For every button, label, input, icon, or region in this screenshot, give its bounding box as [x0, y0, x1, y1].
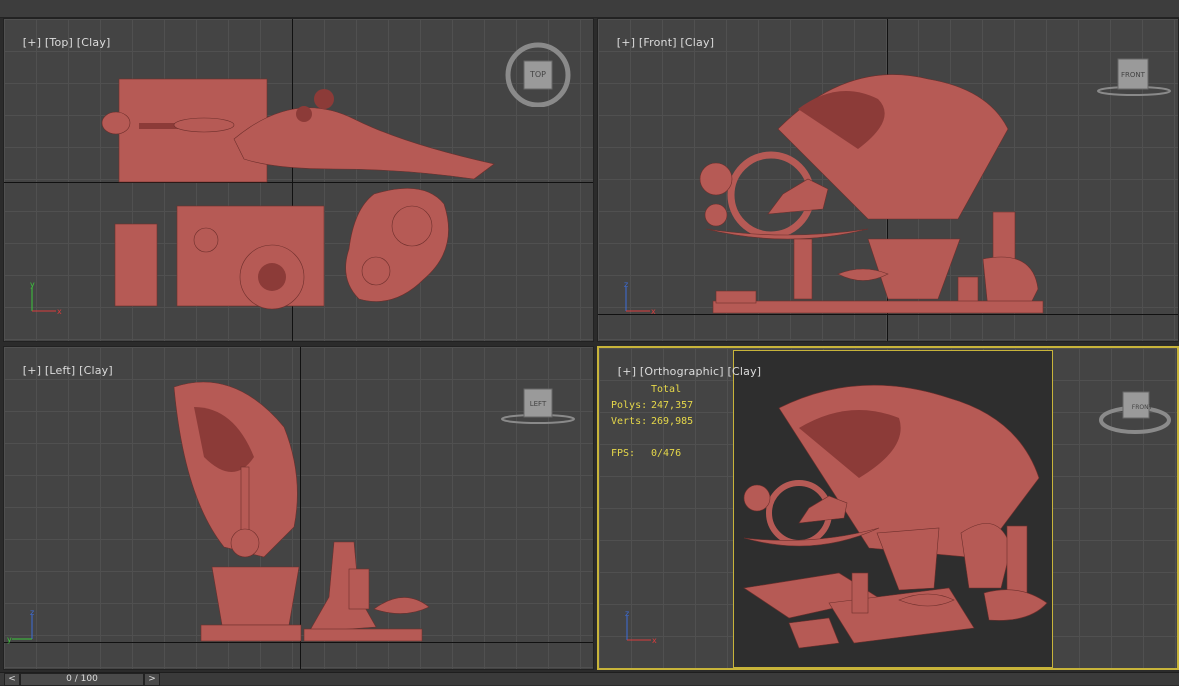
axis-gizmo: z y [7, 609, 34, 644]
stats-header: Total [651, 384, 682, 395]
main-toolbar-strip [0, 0, 1179, 18]
branch-cluster [233, 107, 495, 180]
verts-value: 269,985 [651, 416, 694, 427]
bottle [1006, 525, 1028, 597]
dish [173, 117, 235, 133]
viewport-view-menu[interactable]: [Top] [45, 36, 73, 49]
bulb-vase [230, 528, 260, 558]
base-right [303, 628, 423, 642]
pillar [793, 238, 813, 300]
viewport-plus-menu[interactable]: [+] [618, 365, 636, 378]
viewcube-face-label: FRONT [1131, 404, 1153, 411]
cup [193, 227, 219, 253]
vase-top [391, 205, 433, 247]
fps-value: 0/476 [651, 448, 682, 459]
flower-bulb [743, 484, 771, 512]
viewport-plus-menu[interactable]: [+] [23, 364, 41, 377]
flower [296, 106, 312, 122]
viewport-left[interactable]: [+] [Left] [Clay] LEFT z y [3, 346, 594, 670]
viewcube[interactable]: LEFT [500, 385, 580, 429]
organic-tray [983, 589, 1048, 621]
base [200, 624, 302, 642]
dish [373, 597, 430, 614]
viewcube-face-label: LEFT [529, 400, 547, 408]
vase [867, 238, 961, 300]
viewport-plus-menu[interactable]: [+] [23, 36, 41, 49]
timeline-next-button[interactable]: > [144, 673, 160, 686]
axis-label-y: y [30, 281, 35, 289]
axis-label-y: y [7, 635, 12, 644]
base [712, 300, 1044, 314]
viewport-shading-menu[interactable]: [Clay] [680, 36, 714, 49]
cup-top [361, 256, 391, 286]
deer [798, 495, 848, 524]
viewport-shading-menu[interactable]: [Clay] [79, 364, 113, 377]
viewport-label: [+] [Top] [Clay] [8, 23, 111, 62]
flower [314, 89, 334, 109]
bowl [101, 111, 131, 135]
stand [715, 290, 757, 304]
small-vase [704, 203, 728, 227]
axis-gizmo: z x [625, 610, 657, 645]
viewport-shading-menu[interactable]: [Clay] [728, 365, 762, 378]
viewport-shading-menu[interactable]: [Clay] [77, 36, 111, 49]
viewcube[interactable]: TOP [504, 37, 574, 111]
timeline-prev-button[interactable]: < [4, 673, 20, 686]
viewcube-graphic [1099, 391, 1171, 434]
pillar [851, 572, 869, 614]
viewport-view-menu[interactable]: [Orthographic] [640, 365, 724, 378]
vase [211, 566, 300, 626]
viewcube[interactable]: FRONT [1094, 57, 1174, 101]
viewport-view-menu[interactable]: [Front] [639, 36, 677, 49]
polys-label: Polys: [611, 400, 648, 411]
viewcube-face-label: FRONT [1121, 71, 1145, 79]
verts-label: Verts: [611, 416, 648, 427]
jug [960, 523, 1012, 589]
axis-label-z: z [625, 610, 629, 618]
axis-label-z: z [30, 609, 34, 617]
viewcube-face-label: TOP [529, 70, 546, 79]
vase [876, 527, 940, 591]
viewport-view-menu[interactable]: [Left] [45, 364, 75, 377]
axis-label-x: x [651, 307, 656, 316]
viewport-top[interactable]: [+] [Top] [Clay] TOP y x [3, 18, 594, 342]
viewport-plus-menu[interactable]: [+] [617, 36, 635, 49]
viewport-front[interactable]: [+] [Front] [Clay] FRONT z x [597, 18, 1179, 342]
viewport-orthographic[interactable]: [+] [Orthographic] [Clay] Total Polys: 24… [597, 346, 1179, 670]
axis-label-x: x [652, 636, 657, 645]
flower-bulb [699, 162, 733, 196]
cup [348, 568, 370, 610]
viewport-label: [+] [Front] [Clay] [602, 23, 714, 62]
scene-objects-front [699, 74, 1044, 314]
axis-label-z: z [624, 281, 628, 289]
axis-label-x: x [57, 307, 62, 316]
fps-label: FPS: [611, 448, 636, 459]
organic-tray [345, 188, 449, 302]
statistics-overlay: Total Polys: 247,357 Verts: 269,985 FPS: 0/… [611, 382, 693, 462]
polys-value: 247,357 [651, 400, 694, 411]
small-plate [114, 223, 158, 307]
time-slider[interactable]: 0 / 100 [20, 673, 144, 686]
viewcube[interactable]: FRONT [1095, 386, 1175, 446]
viewport-label: [+] [Left] [Clay] [8, 351, 113, 390]
round-dish-center [258, 263, 286, 291]
axis-gizmo: y x [30, 281, 62, 316]
timeline-bar [0, 672, 1179, 685]
deer [767, 178, 829, 215]
axis-gizmo: z x [624, 281, 656, 316]
small-plate [788, 617, 840, 649]
